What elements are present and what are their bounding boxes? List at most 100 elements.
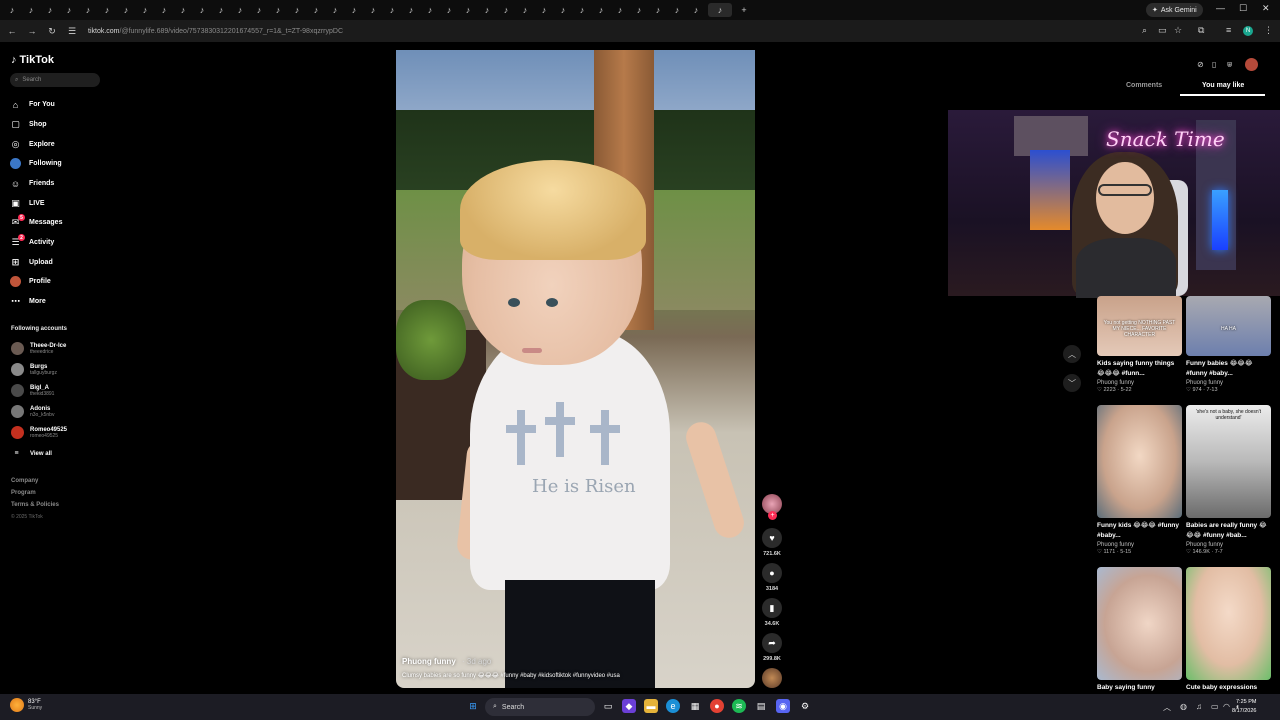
tab-item[interactable]: ♪ xyxy=(271,3,285,17)
cast-icon[interactable]: ▭ xyxy=(1158,25,1167,36)
footer-link-program[interactable]: Program xyxy=(11,490,36,496)
following-account-item[interactable]: Burgs tallguyburgz xyxy=(11,363,57,376)
tab-item[interactable]: ♪ xyxy=(613,3,627,17)
tab-item[interactable]: ♪ xyxy=(651,3,665,17)
terminal-icon[interactable]: ▤ xyxy=(754,699,768,713)
file-explorer-icon[interactable]: ▬ xyxy=(644,699,658,713)
sidebar-item-friends[interactable]: ☺ Friends xyxy=(10,178,54,189)
bookmark-star-icon[interactable]: ☆ xyxy=(1174,25,1182,36)
sidebar-item-activity[interactable]: ☰ 2 Activity xyxy=(10,234,54,248)
back-icon[interactable]: ← xyxy=(4,26,20,36)
video-author[interactable]: Phuong funny · 3d ago xyxy=(402,657,491,666)
following-account-item[interactable]: Bigl_A thekid3891 xyxy=(11,384,54,397)
tab-item[interactable]: ♪ xyxy=(138,3,152,17)
tab-item[interactable]: ♪ xyxy=(347,3,361,17)
tab-item[interactable]: ♪ xyxy=(252,3,266,17)
system-clock[interactable]: 7:25 PM 8/17/2026 xyxy=(1232,698,1256,716)
following-account-item[interactable]: Romeo49525 romeo49525 xyxy=(11,426,67,439)
tray-app-icon[interactable]: ◍ xyxy=(1180,702,1187,711)
recommended-video-card[interactable]: You not getting NOTHING PAST MY NIECE...… xyxy=(1097,296,1182,393)
tab-item[interactable]: ♪ xyxy=(404,3,418,17)
tab-item[interactable]: ♪ xyxy=(62,3,76,17)
user-avatar[interactable] xyxy=(1245,58,1258,71)
tab-item[interactable]: ♪ xyxy=(214,3,228,17)
tab-item[interactable]: ♪ xyxy=(670,3,684,17)
maximize-window-button[interactable]: ☐ xyxy=(1239,3,1247,14)
extensions-icon[interactable]: ⧉ xyxy=(1198,25,1204,36)
tab-item[interactable]: ♪ xyxy=(176,3,190,17)
sidebar-item-live[interactable]: ▣ LIVE xyxy=(10,198,44,209)
tab-item[interactable]: ♪ xyxy=(43,3,57,17)
sidebar-item-for-you[interactable]: ⌂ For You xyxy=(10,99,55,110)
task-view-icon[interactable]: ▭ xyxy=(601,699,615,713)
tab-item[interactable]: ♪ xyxy=(309,3,323,17)
url-field[interactable]: tiktok.com/@funnylife.689/video/75738303… xyxy=(88,28,343,35)
minimize-window-button[interactable]: — xyxy=(1216,3,1225,13)
wifi-icon[interactable]: ◠ xyxy=(1223,702,1230,711)
tab-item[interactable]: ♪ xyxy=(518,3,532,17)
tiktok-logo[interactable]: ♪ TikTok xyxy=(11,54,54,66)
tab-item[interactable]: ♪ xyxy=(461,3,475,17)
reload-icon[interactable]: ↻ xyxy=(44,26,60,37)
sidebar-search-input[interactable]: ⌕ Search xyxy=(10,73,100,87)
tab-item[interactable]: ♪ xyxy=(233,3,247,17)
tab-item[interactable]: ♪ xyxy=(632,3,646,17)
recommended-video-card[interactable]: HA HA Funny babies 😂😂😂 #funny #baby... P… xyxy=(1186,296,1271,393)
tab-item[interactable]: ♪ xyxy=(328,3,342,17)
sidebar-item-upload[interactable]: ⊞ Upload xyxy=(10,257,53,268)
spotify-icon[interactable]: ≋ xyxy=(732,699,746,713)
ask-gemini-button[interactable]: ✦ Ask Gemini xyxy=(1146,3,1203,17)
next-video-button[interactable]: ﹀ xyxy=(1063,374,1081,392)
tray-chevron-icon[interactable]: ︿ xyxy=(1163,702,1171,713)
recommended-video-card[interactable]: Cute baby expressions xyxy=(1186,567,1271,693)
sidebar-item-shop[interactable]: ▢ Shop xyxy=(10,119,46,130)
settings-icon[interactable]: ⊘ xyxy=(1197,60,1204,69)
following-account-item[interactable]: Adonis n3o_k5nbv xyxy=(11,405,54,418)
tab-item[interactable]: ♪ xyxy=(442,3,456,17)
tab-item[interactable]: ♪ xyxy=(195,3,209,17)
follow-plus-icon[interactable]: + xyxy=(768,511,777,520)
recommended-video-card[interactable]: 'she's not a baby, she doesn't understan… xyxy=(1186,405,1271,555)
sidebar-item-more[interactable]: ⋯ More xyxy=(10,296,46,307)
following-account-item[interactable]: Theee-Dr-Ice theeedrice xyxy=(11,342,66,355)
sidebar-item-messages[interactable]: ✉ 5 Messages xyxy=(10,214,62,228)
footer-link-company[interactable]: Company xyxy=(11,478,38,484)
tab-item[interactable]: ♪ xyxy=(119,3,133,17)
tab-active[interactable]: ♪ xyxy=(708,3,732,17)
browser-menu-icon[interactable]: ⋮ xyxy=(1264,25,1273,36)
tab-item[interactable]: ♪ xyxy=(537,3,551,17)
copilot-icon[interactable]: ◆ xyxy=(622,699,636,713)
save-button[interactable]: ▮ xyxy=(762,598,782,618)
sidebar-item-explore[interactable]: ◎ Explore xyxy=(10,139,55,150)
microphone-icon[interactable]: ♫ xyxy=(1196,702,1202,711)
tab-item[interactable]: ♪ xyxy=(157,3,171,17)
tab-item[interactable]: ♪ xyxy=(290,3,304,17)
discord-icon[interactable]: ◉ xyxy=(776,699,790,713)
tab-item[interactable]: ♪ xyxy=(594,3,608,17)
tab-item[interactable]: ♪ xyxy=(499,3,513,17)
forward-icon[interactable]: → xyxy=(24,26,40,36)
tab-item[interactable]: ♪ xyxy=(81,3,95,17)
tab-item[interactable]: ♪ xyxy=(689,3,703,17)
chrome-icon[interactable]: ● xyxy=(710,699,724,713)
tab-item[interactable]: ♪ xyxy=(385,3,399,17)
tab-comments[interactable]: Comments xyxy=(1126,82,1162,89)
tab-item[interactable]: ♪ xyxy=(24,3,38,17)
comment-button[interactable]: ● xyxy=(762,563,782,583)
tab-item[interactable]: ♪ xyxy=(556,3,570,17)
display-icon[interactable]: ▭ xyxy=(1211,702,1219,711)
tab-item[interactable]: ♪ xyxy=(5,3,19,17)
sidebar-item-profile[interactable]: Profile xyxy=(10,276,51,287)
like-button[interactable]: ♥ xyxy=(762,528,782,548)
weather-widget[interactable]: 83°F Sunny xyxy=(10,698,42,712)
music-disc-icon[interactable] xyxy=(762,668,782,688)
taskbar-search[interactable]: ⌕ Search xyxy=(485,698,595,716)
windows-start-icon[interactable]: ⊞ xyxy=(466,699,480,713)
settings-icon[interactable]: ⚙ xyxy=(798,699,812,713)
recommended-video-card[interactable]: Funny kids 😂😂😂 #funny #baby... Phuong fu… xyxy=(1097,405,1182,555)
tab-item[interactable]: ♪ xyxy=(100,3,114,17)
close-window-button[interactable]: ✕ xyxy=(1262,3,1270,14)
tab-search-icon[interactable]: ≡ xyxy=(1226,25,1231,35)
store-icon[interactable]: ▦ xyxy=(688,699,702,713)
share-button[interactable]: ➦ xyxy=(762,633,782,653)
